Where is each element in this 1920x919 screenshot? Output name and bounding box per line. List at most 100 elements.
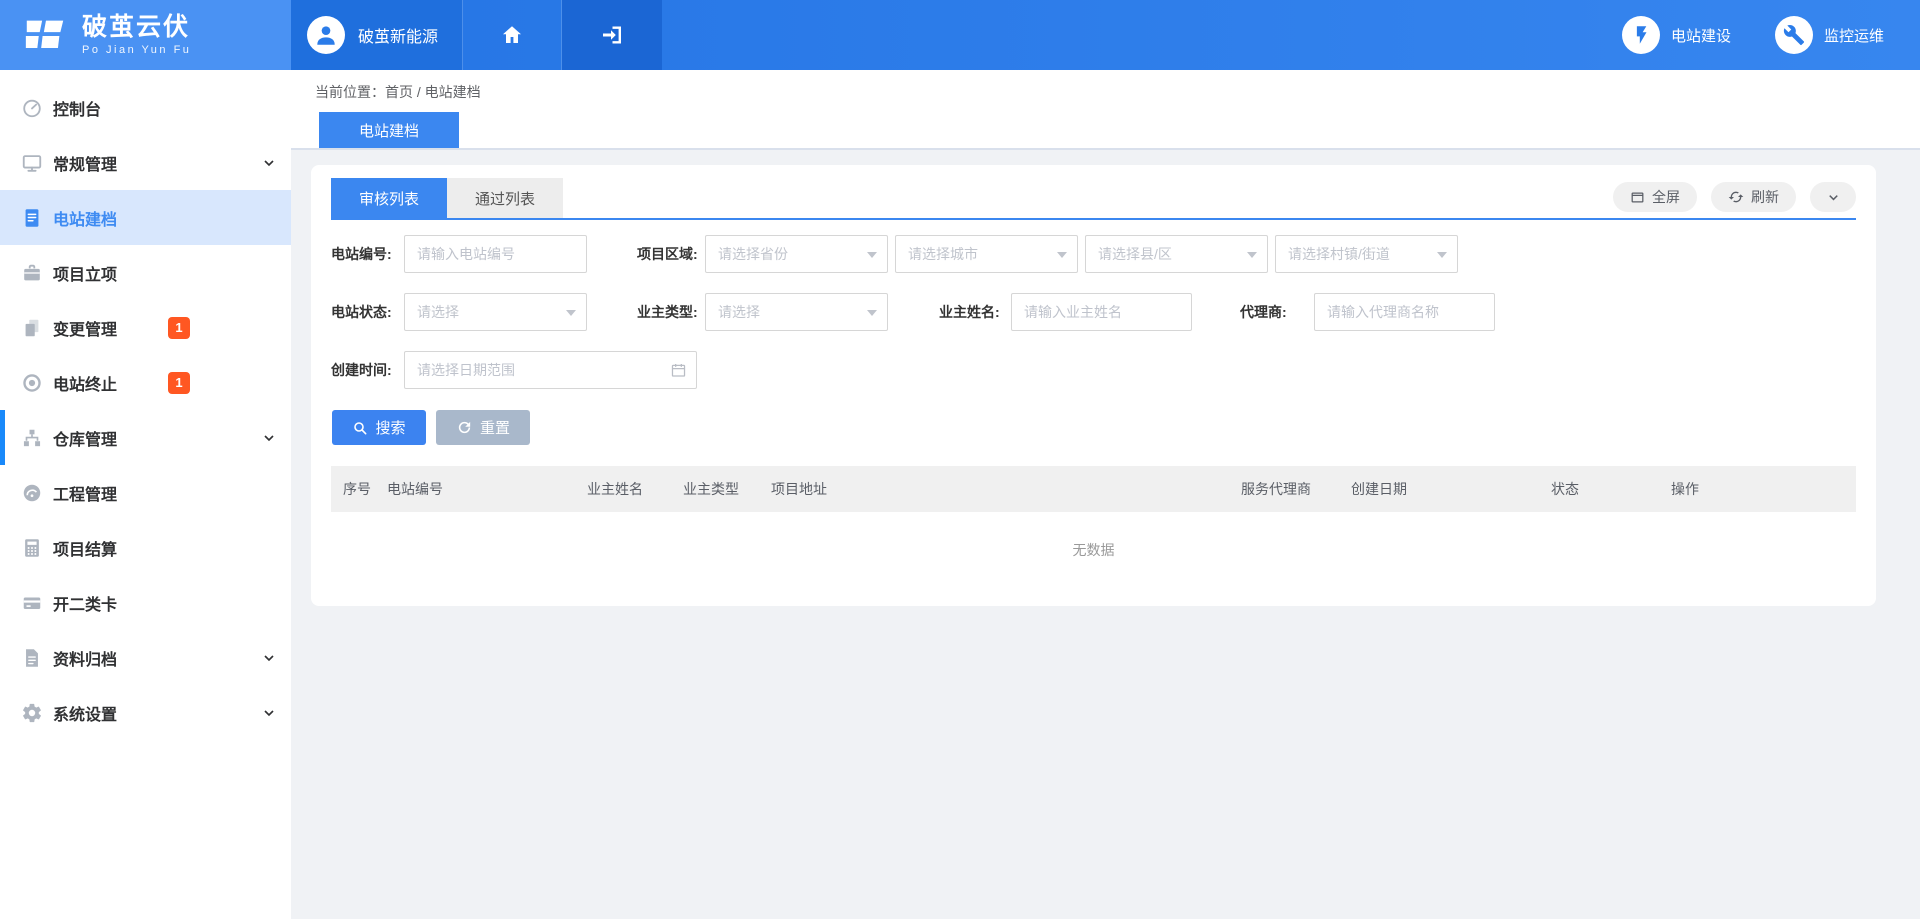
filter-form: 电站编号: 项目区域: 请选择省份 请选择城市 请选择县/区 [331, 220, 1856, 389]
status-select[interactable]: 请选择 [404, 293, 587, 331]
status-label: 电站状态: [331, 302, 404, 322]
collapse-button[interactable] [1810, 182, 1856, 212]
city-select[interactable]: 请选择城市 [895, 235, 1078, 273]
col-project-address: 项目地址 [759, 479, 1229, 499]
agent-input[interactable] [1314, 293, 1495, 331]
tab-review-list[interactable]: 审核列表 [331, 178, 447, 218]
app-window: 破茧云伏 Po Jian Yun Fu 破茧新能源 [0, 0, 1920, 919]
nav-monitor-ops[interactable]: 监控运维 [1775, 16, 1884, 54]
sidebar-item-general-mgmt[interactable]: 常规管理 [0, 135, 291, 190]
agent-label: 代理商: [1240, 302, 1314, 322]
calculator-icon [20, 536, 44, 560]
gear-icon [20, 701, 44, 725]
col-service-agent: 服务代理商 [1229, 479, 1339, 499]
caret-down-icon [566, 310, 576, 316]
col-station-no: 电站编号 [375, 479, 575, 499]
owner-type-select[interactable]: 请选择 [705, 293, 888, 331]
home-icon [500, 23, 524, 47]
chevron-down-icon [261, 155, 277, 171]
company-name: 破茧新能源 [358, 23, 438, 47]
badge: 1 [168, 372, 190, 394]
date-range-input[interactable] [404, 351, 697, 389]
col-owner-name: 业主姓名 [575, 479, 671, 499]
sitemap-icon [20, 426, 44, 450]
sidebar-item-station-archive[interactable]: 电站建档 [0, 190, 291, 245]
sidebar-item-system-settings[interactable]: 系统设置 [0, 685, 291, 740]
monitor-icon [20, 151, 44, 175]
col-owner-type: 业主类型 [671, 479, 759, 499]
briefcase-icon [20, 261, 44, 285]
refresh-button[interactable]: 刷新 [1711, 182, 1796, 212]
owner-name-input[interactable] [1011, 293, 1192, 331]
empty-state: 无数据 [331, 512, 1856, 606]
sidebar: 控制台 常规管理 电站建档 [0, 70, 291, 919]
col-actions: 操作 [1659, 479, 1856, 499]
station-no-input[interactable] [404, 235, 587, 273]
chevron-down-icon [261, 650, 277, 666]
caret-down-icon [1247, 252, 1257, 258]
archive-doc-icon [20, 646, 44, 670]
signin-button[interactable] [562, 0, 662, 70]
sidebar-item-project-initiation[interactable]: 项目立项 [0, 245, 291, 300]
sidebar-item-station-termination[interactable]: 电站终止 1 [0, 355, 291, 410]
reset-button[interactable]: 重置 [436, 410, 530, 445]
county-select[interactable]: 请选择县/区 [1085, 235, 1268, 273]
app-title: 破茧云伏 [82, 14, 191, 42]
sidebar-item-warehouse-mgmt[interactable]: 仓库管理 [0, 410, 291, 465]
lightning-icon [1630, 24, 1652, 46]
card-icon [20, 591, 44, 615]
search-button[interactable]: 搜索 [332, 410, 426, 445]
top-header: 破茧云伏 Po Jian Yun Fu 破茧新能源 [0, 0, 1920, 70]
caret-down-icon [867, 252, 877, 258]
gauge-icon [20, 481, 44, 505]
caret-down-icon [1057, 252, 1067, 258]
sidebar-item-console[interactable]: 控制台 [0, 80, 291, 135]
chevron-down-icon [261, 430, 277, 446]
owner-type-label: 业主类型: [637, 302, 705, 322]
caret-down-icon [1437, 252, 1447, 258]
create-time-label: 创建时间: [331, 360, 404, 380]
content-panel: 审核列表 通过列表 全屏 刷新 [311, 165, 1876, 606]
logo[interactable]: 破茧云伏 Po Jian Yun Fu [0, 0, 291, 70]
avatar [307, 16, 345, 54]
town-select[interactable]: 请选择村镇/街道 [1275, 235, 1458, 273]
tab-passed-list[interactable]: 通过列表 [447, 178, 563, 218]
reset-icon [456, 419, 473, 436]
province-select[interactable]: 请选择省份 [705, 235, 888, 273]
col-create-date: 创建日期 [1339, 479, 1539, 499]
dashboard-icon [20, 96, 44, 120]
region-label: 项目区域: [637, 244, 705, 264]
target-icon [20, 371, 44, 395]
sidebar-item-data-archive[interactable]: 资料归档 [0, 630, 291, 685]
search-icon [352, 420, 368, 436]
chevron-down-icon [261, 705, 277, 721]
sidebar-item-change-mgmt[interactable]: 变更管理 1 [0, 300, 291, 355]
caret-down-icon [867, 310, 877, 316]
page-tab-station-archive[interactable]: 电站建档 [319, 112, 459, 148]
home-button[interactable] [462, 0, 562, 70]
sidebar-item-project-settlement[interactable]: 项目结算 [0, 520, 291, 575]
logo-icon [22, 12, 68, 58]
copy-icon [20, 316, 44, 340]
table-header: 序号 电站编号 业主姓名 业主类型 项目地址 服务代理商 创建日期 状态 操作 [331, 466, 1856, 512]
refresh-icon [1728, 189, 1744, 205]
sidebar-item-open-type2-card[interactable]: 开二类卡 [0, 575, 291, 630]
chevron-down-icon [1826, 190, 1841, 205]
user-menu[interactable]: 破茧新能源 [291, 0, 462, 70]
wrench-icon [1783, 24, 1805, 46]
badge: 1 [168, 317, 190, 339]
signin-icon [600, 23, 624, 47]
station-no-label: 电站编号: [331, 244, 404, 264]
main-content: 当前位置：首页 / 电站建档 电站建档 审核列表 通过列表 全屏 [291, 70, 1920, 919]
nav-station-build[interactable]: 电站建设 [1622, 16, 1731, 54]
topbar: 当前位置：首页 / 电站建档 电站建档 [291, 70, 1920, 150]
owner-name-label: 业主姓名: [939, 302, 1011, 322]
fullscreen-button[interactable]: 全屏 [1613, 182, 1697, 212]
user-icon [313, 22, 339, 48]
breadcrumb: 当前位置：首页 / 电站建档 [291, 70, 1920, 102]
col-seq: 序号 [331, 479, 375, 499]
col-status: 状态 [1539, 479, 1659, 499]
sidebar-item-engineering-mgmt[interactable]: 工程管理 [0, 465, 291, 520]
fullscreen-icon [1630, 190, 1645, 205]
document-icon [20, 206, 44, 230]
